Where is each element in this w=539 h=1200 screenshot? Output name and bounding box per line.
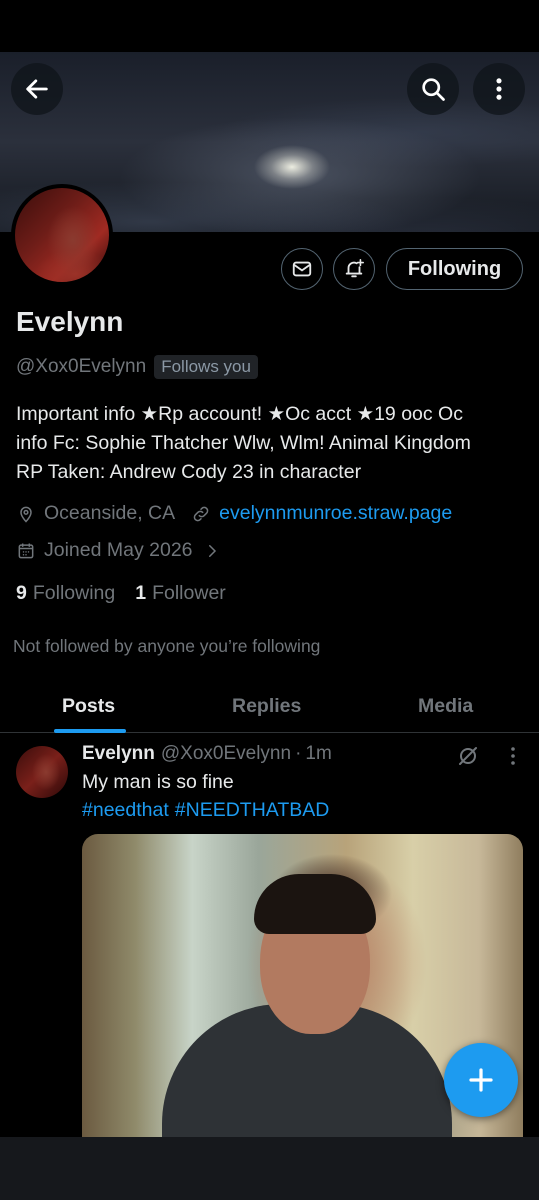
message-button[interactable] [281, 248, 323, 290]
follows-you-badge: Follows you [154, 355, 258, 379]
post-header: Evelynn @Xox0Evelynn · 1m [82, 743, 332, 765]
more-vertical-icon [496, 78, 502, 100]
post-separator: · [295, 743, 302, 764]
follower-count: 1 [135, 582, 147, 604]
profile-meta-joined[interactable]: Joined May 2026 [16, 539, 229, 562]
mutual-followers-note: Not followed by anyone you’re following [13, 636, 321, 656]
location-pin-icon [20, 506, 32, 523]
notifications-button[interactable] [333, 248, 375, 290]
profile-bio: Important info ★Rp account! ★Oc acct ★19… [16, 400, 528, 487]
follow-counts: 9 Following 1 Follower [16, 582, 246, 605]
display-name: Evelynn [16, 306, 124, 337]
bottom-navigation-bar [0, 1137, 539, 1200]
link-icon [193, 506, 209, 521]
handle-row: @Xox0Evelynn Follows you [16, 355, 258, 379]
grok-icon[interactable] [456, 744, 480, 768]
hashtag-link[interactable]: #needthat [82, 799, 169, 821]
follower-count-link[interactable]: 1 Follower [135, 582, 226, 605]
media-figure-hair [254, 874, 376, 934]
following-count: 9 [16, 582, 27, 604]
chevron-right-icon [208, 544, 216, 557]
post-timestamp[interactable]: 1m [305, 743, 331, 765]
following-button[interactable]: Following [386, 248, 523, 290]
profile-avatar[interactable] [11, 184, 113, 286]
active-tab-indicator [54, 729, 126, 733]
location-text: Oceanside, CA [44, 502, 176, 524]
bio-line: RP Taken: Andrew Cody 23 in character [16, 461, 362, 483]
calendar-icon [18, 543, 34, 558]
following-label: Following [32, 582, 116, 604]
tab-media[interactable]: Media [418, 680, 473, 733]
post-author-name[interactable]: Evelynn [82, 743, 155, 765]
post-more-icon[interactable] [503, 744, 523, 768]
website-link[interactable]: evelynnmunroe.straw.page [219, 502, 452, 525]
post-avatar[interactable] [16, 746, 68, 798]
notification-bell-icon [345, 259, 364, 278]
post-text: My man is so fine [82, 771, 234, 793]
plus-icon [469, 1068, 493, 1092]
profile-handle: @Xox0Evelynn [16, 356, 147, 377]
tab-replies[interactable]: Replies [232, 680, 301, 733]
profile-meta-location-website: Oceanside, CA evelynnmunroe.straw.page [16, 502, 452, 525]
mail-icon [292, 261, 312, 277]
more-options-button[interactable] [473, 63, 525, 115]
compose-post-button[interactable] [444, 1043, 518, 1117]
follower-label: Follower [152, 582, 226, 604]
profile-page: Following Evelynn @Xox0Evelynn Follows y… [0, 0, 539, 1200]
back-button[interactable] [11, 63, 63, 115]
profile-tabs: Posts Replies Media [0, 680, 539, 733]
post-hashtags: #needthat #NEEDTHATBAD [82, 799, 335, 822]
following-count-link[interactable]: 9 Following [16, 582, 115, 605]
back-arrow-icon [26, 79, 48, 99]
search-icon [422, 78, 445, 101]
search-button[interactable] [407, 63, 459, 115]
joined-date: Joined May 2026 [44, 539, 193, 561]
bio-line: Important info ★Rp account! ★Oc acct ★19… [16, 403, 463, 425]
hashtag-link[interactable]: #NEEDTHATBAD [175, 799, 330, 821]
bio-line: info Fc: Sophie Thatcher Wlw, Wlm! Anima… [16, 432, 471, 454]
tab-posts[interactable]: Posts [62, 680, 115, 733]
post-author-handle[interactable]: @Xox0Evelynn [161, 743, 291, 765]
